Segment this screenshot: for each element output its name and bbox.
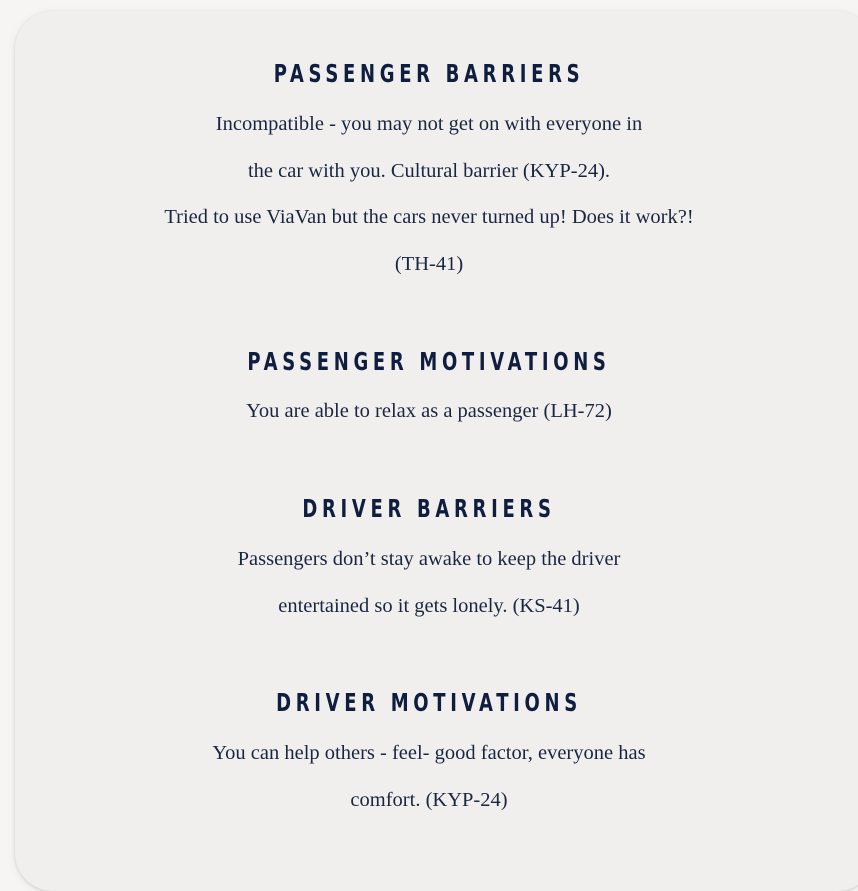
body-line: entertained so it gets lonely. (KS-41) — [278, 594, 580, 617]
body-line: Tried to use ViaVan but the cars never t… — [164, 206, 694, 228]
section-driver-motivations-body: You can help others - feel- good factor,… — [0, 730, 858, 823]
body-line: You are able to relax as a passenger (LH… — [246, 400, 612, 422]
section-passenger-barriers: PASSENGER BARRIERS — [0, 57, 858, 91]
section-heading: PASSENGER BARRIERS — [273, 59, 585, 88]
section-passenger-barriers-body: Incompatible - you may not get on with e… — [0, 101, 858, 287]
section-driver-barriers: DRIVER BARRIERS — [0, 492, 858, 526]
body-line: (TH-41) — [394, 252, 464, 275]
section-heading: DRIVER BARRIERS — [302, 494, 556, 523]
body-line: the car with you. Cultural barrier (KYP-… — [247, 159, 611, 182]
body-line: You can help others - feel- good factor,… — [212, 742, 646, 764]
section-passenger-motivations-body: You are able to relax as a passenger (LH… — [0, 388, 858, 435]
body-line: comfort. (KYP-24) — [350, 788, 508, 811]
body-line: Passengers don’t stay awake to keep the … — [237, 548, 621, 570]
section-driver-motivations: DRIVER MOTIVATIONS — [0, 686, 858, 720]
section-driver-barriers-body: Passengers don’t stay awake to keep the … — [0, 536, 858, 629]
section-passenger-motivations: PASSENGER MOTIVATIONS — [0, 345, 858, 379]
section-heading: DRIVER MOTIVATIONS — [276, 688, 582, 717]
section-heading: PASSENGER MOTIVATIONS — [247, 347, 611, 376]
body-line: Incompatible - you may not get on with e… — [215, 113, 643, 135]
